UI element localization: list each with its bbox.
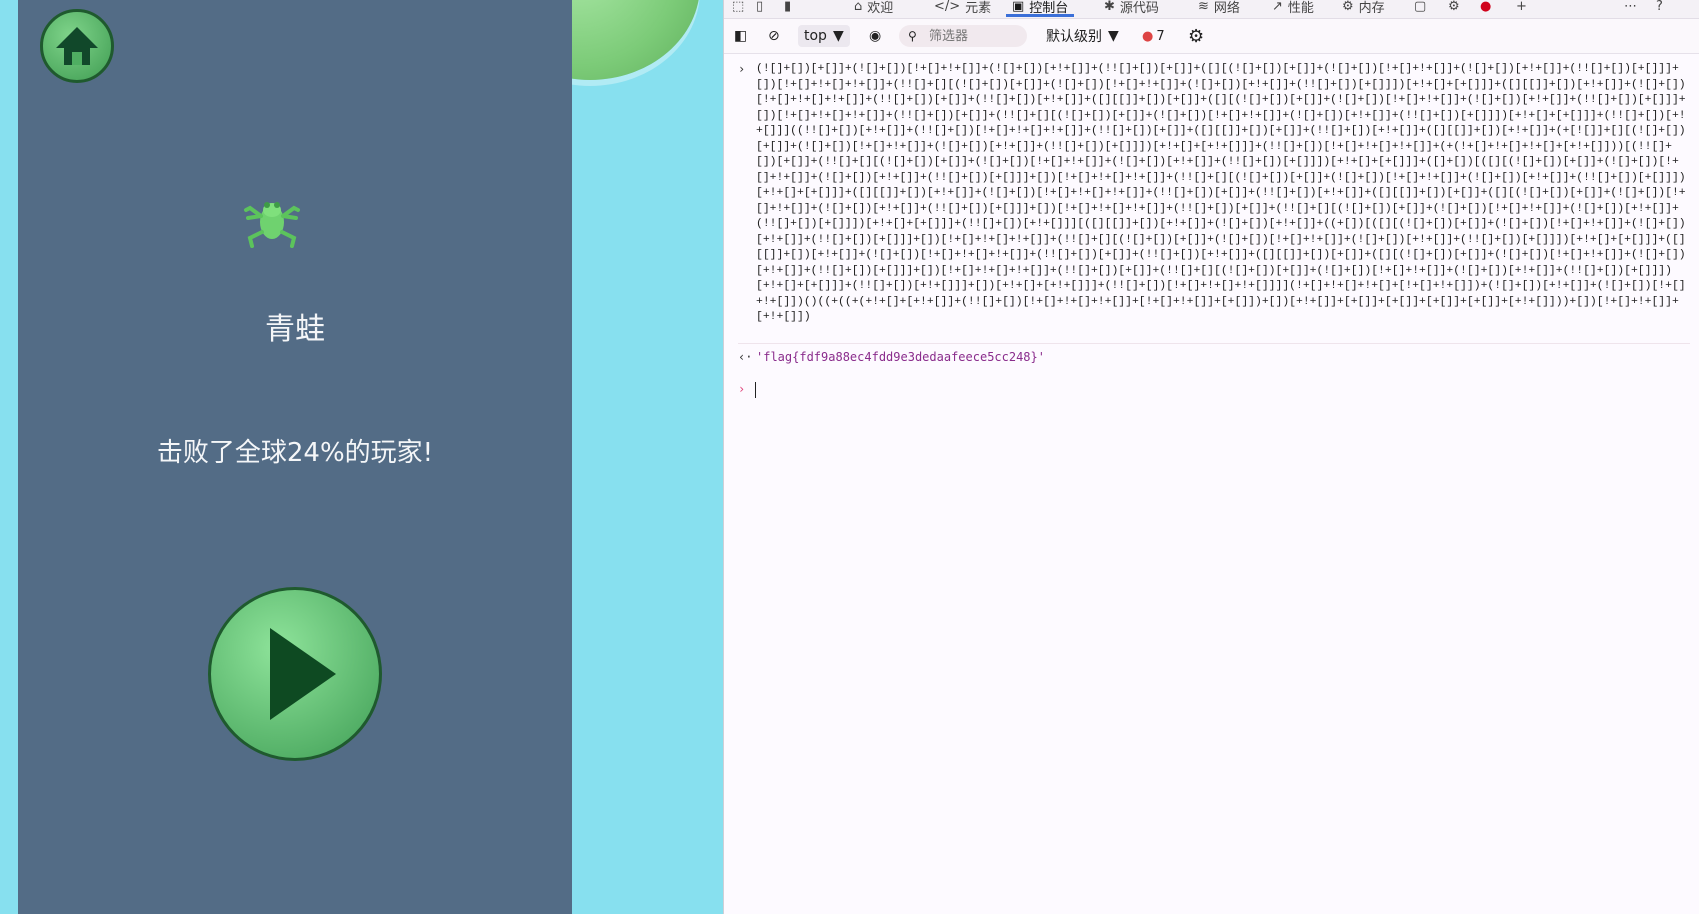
tab-sources[interactable]: ✱ 源代码 — [1104, 0, 1159, 17]
character-name: 青蛙 — [265, 312, 325, 347]
gear-icon: ⚙ — [1342, 0, 1354, 14]
console-result-string[interactable]: 'flag{fdf9a88ec4fdd9e3dedaafeece5cc248}' — [756, 350, 1045, 364]
game-viewport: 青蛙 击败了全球24%的玩家! — [0, 0, 723, 914]
filter-input[interactable] — [899, 25, 1027, 47]
help-icon[interactable]: ? — [1656, 0, 1663, 17]
input-prompt-icon: › — [738, 62, 746, 76]
tab-memory[interactable]: ⚙ 内存 — [1342, 0, 1385, 17]
caret-down-icon: ▼ — [1108, 28, 1119, 44]
device-toolbar-icon[interactable]: ▯ — [756, 0, 763, 17]
issue-bubble-icon: ● — [1142, 28, 1154, 44]
devtools-panel: ⬚ ▯ ▮ ⌂ 欢迎 </> 元素 ▣ 控制台 ✱ 源代码 ≋ 网络 ↗ 性能 … — [723, 0, 1699, 914]
log-level-select[interactable]: 默认级别 ▼ — [1046, 25, 1119, 47]
sidebar-toggle-icon[interactable]: ◧ — [734, 25, 747, 47]
extension-icon[interactable]: ● — [1480, 0, 1491, 17]
tab-console[interactable]: ▣ 控制台 — [1005, 0, 1075, 17]
filter-icon: ⚲ — [908, 29, 917, 43]
console-prompt-icon: › — [738, 382, 746, 396]
tab-performance[interactable]: ↗ 性能 — [1272, 0, 1314, 17]
issues-counter[interactable]: ● 7 — [1142, 25, 1165, 47]
application-icon[interactable]: ▢ — [1414, 0, 1426, 17]
home-icon: ⌂ — [854, 0, 863, 14]
home-icon — [56, 27, 98, 65]
result-arrow-icon: ‹· — [738, 350, 753, 364]
clear-console-icon[interactable]: ⊘ — [768, 25, 780, 47]
home-button[interactable] — [40, 9, 114, 83]
console-input-entry: (![]+[])[+[]]+(![]+[])[!+[]+!+[]]+(![]+[… — [756, 63, 1686, 323]
tab-elements[interactable]: </> 元素 — [934, 0, 991, 17]
play-again-button[interactable] — [208, 587, 382, 761]
tab-welcome[interactable]: ⌂ 欢迎 — [854, 0, 893, 17]
wifi-icon: ≋ — [1198, 0, 1209, 14]
context-select[interactable]: top ▼ — [798, 25, 850, 47]
entry-divider — [738, 343, 1690, 344]
code-icon: </> — [934, 0, 961, 14]
caret-down-icon: ▼ — [832, 28, 844, 44]
dock-icon[interactable]: ▮ — [784, 0, 791, 17]
performance-icon: ↗ — [1272, 0, 1283, 14]
devtools-tab-bar: ⬚ ▯ ▮ ⌂ 欢迎 </> 元素 ▣ 控制台 ✱ 源代码 ≋ 网络 ↗ 性能 … — [724, 0, 1699, 19]
console-settings-icon[interactable]: ⚙ — [1188, 25, 1204, 47]
tab-network[interactable]: ≋ 网络 — [1198, 0, 1240, 17]
bug-icon: ✱ — [1104, 0, 1115, 14]
play-icon — [270, 628, 336, 720]
console-icon: ▣ — [1012, 0, 1025, 14]
frog-icon — [244, 202, 300, 248]
console-prompt-input[interactable] — [755, 382, 756, 398]
more-options-icon[interactable]: ⋯ — [1624, 0, 1637, 17]
console-output: › (![]+[])[+[]]+(![]+[])[!+[]+!+[]]+(![]… — [724, 54, 1699, 914]
score-result-text: 击败了全球24%的玩家! — [156, 438, 434, 468]
more-tabs-icon[interactable]: + — [1516, 0, 1527, 17]
live-expression-icon[interactable]: ◉ — [869, 25, 881, 47]
settings-gear-icon[interactable]: ⚙ — [1448, 0, 1460, 17]
console-toolbar: ◧ ⊘ top ▼ ◉ ⚲ 默认级别 ▼ ● 7 ⚙ — [724, 19, 1699, 54]
inspect-element-icon[interactable]: ⬚ — [732, 0, 744, 17]
